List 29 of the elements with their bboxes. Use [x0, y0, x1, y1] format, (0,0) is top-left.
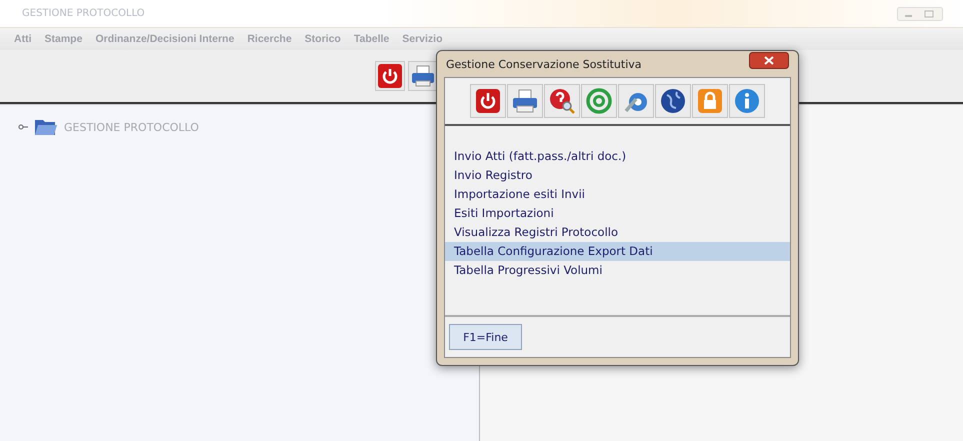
expand-handle-icon[interactable] [18, 123, 28, 131]
menu-list-item[interactable]: Tabella Progressivi Volumi [445, 261, 790, 280]
menu-list-item[interactable]: Importazione esiti Invii [445, 185, 790, 204]
menu-list-item[interactable]: Visualizza Registri Protocollo [445, 223, 790, 242]
toolbar-button[interactable] [507, 84, 543, 118]
menu-list-item[interactable]: Invio Registro [445, 166, 790, 185]
power-icon [377, 63, 403, 89]
menu-list-item[interactable]: Tabella Configurazione Export Dati [445, 242, 790, 261]
info-icon [733, 87, 761, 115]
folder-icon [34, 117, 58, 137]
dialog-title: Gestione Conservazione Sostitutiva [446, 58, 642, 70]
menu-list-item[interactable]: Esiti Importazioni [445, 204, 790, 223]
lock-icon [696, 87, 724, 115]
toolbar-button[interactable] [618, 84, 654, 118]
toolbar-button[interactable] [729, 84, 765, 118]
exit-button[interactable]: F1=Fine [449, 324, 522, 350]
toolbar-button[interactable] [470, 84, 506, 118]
printer-icon [511, 87, 539, 115]
toolbar-button[interactable] [544, 84, 580, 118]
power-icon [474, 87, 502, 115]
printer-icon [410, 63, 436, 89]
toolbar-button[interactable] [375, 61, 405, 91]
menu-list-item[interactable]: Invio Atti (fatt.pass./altri doc.) [445, 147, 790, 166]
window-title: GESTIONE PROTOCOLLO [22, 8, 145, 19]
toolbar-button[interactable] [655, 84, 691, 118]
help-icon [548, 87, 576, 115]
close-icon[interactable] [749, 52, 789, 68]
toolbar-button[interactable] [408, 61, 438, 91]
globe-icon [659, 87, 687, 115]
